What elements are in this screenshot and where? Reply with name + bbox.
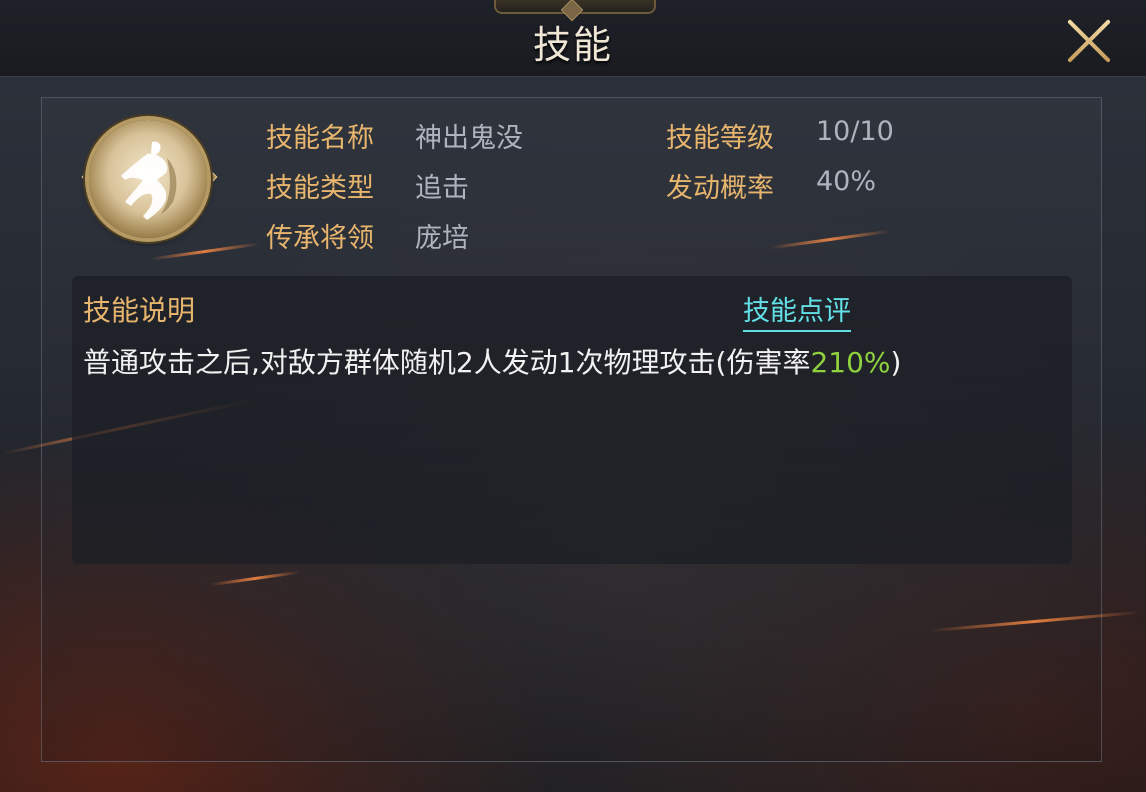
trigger-rate-value: 40% [816, 166, 877, 197]
skill-review-link[interactable]: 技能点评 [743, 289, 851, 332]
skill-icon [89, 120, 207, 238]
skill-type-label: 技能类型 [266, 173, 374, 204]
description-title: 技能说明 [83, 294, 196, 327]
running-figure-icon [121, 141, 177, 220]
trigger-rate-label: 发动概率 [666, 173, 774, 204]
inherit-general-label: 传承将领 [266, 223, 374, 254]
header-ornament [494, 0, 656, 14]
description-box [72, 276, 1072, 564]
skill-type-value: 追击 [415, 173, 469, 204]
header-bar: 技能 [0, 0, 1146, 77]
close-icon[interactable] [1062, 14, 1116, 68]
damage-rate-highlight: 210% [810, 346, 891, 379]
skill-level-label: 技能等级 [666, 123, 774, 154]
description-text-end: ) [890, 346, 902, 379]
description-text-main: 普通攻击之后,对敌方群体随机2人发动1次物理攻击(伤害率 [83, 346, 811, 379]
skill-level-value: 10/10 [816, 116, 894, 147]
description-text: 普通攻击之后,对敌方群体随机2人发动1次物理攻击(伤害率210%) [83, 341, 901, 381]
skill-name-label: 技能名称 [266, 123, 374, 154]
inherit-general-value: 庞培 [415, 223, 469, 254]
skill-name-value: 神出鬼没 [415, 123, 523, 154]
page-title: 技能 [532, 23, 613, 67]
